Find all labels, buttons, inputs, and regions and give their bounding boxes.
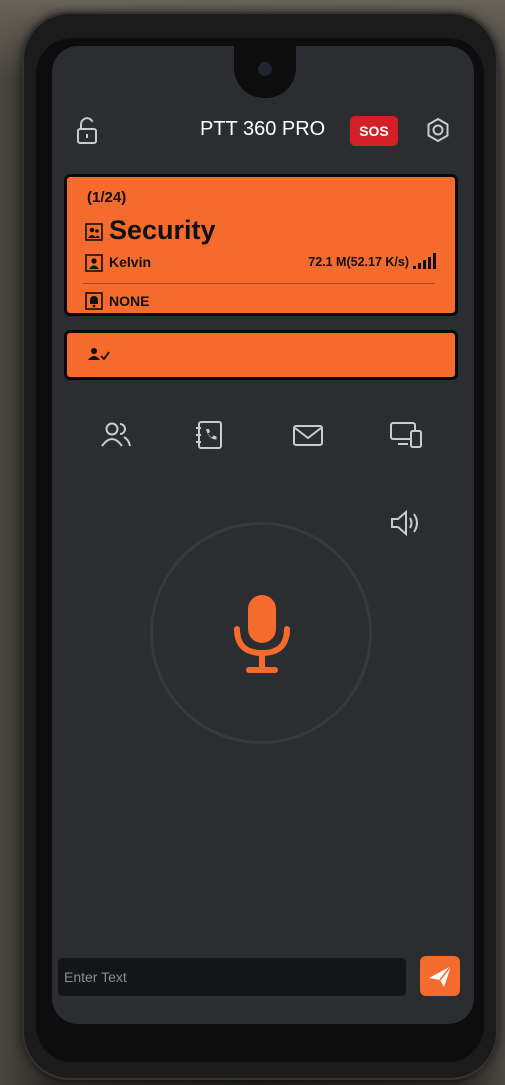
- mail-icon[interactable]: [290, 419, 326, 451]
- network-speed: 72.1 M(52.17 K/s): [308, 255, 409, 269]
- user-row: Kelvin 72.1 M(52.17 K/s): [85, 253, 437, 275]
- front-camera: [258, 62, 272, 76]
- alert-status: NONE: [109, 293, 150, 309]
- members-icon: [88, 348, 110, 361]
- send-button[interactable]: [420, 956, 460, 996]
- user-name: Kelvin: [109, 254, 152, 270]
- app-screen: PTT 360 PRO SOS (1/24) Security Kelvin 7…: [52, 46, 474, 1024]
- top-bar: PTT 360 PRO SOS: [52, 106, 474, 156]
- user-icon: [85, 254, 103, 272]
- group-name: Security: [109, 215, 216, 245]
- speaker-icon[interactable]: [388, 508, 424, 538]
- card-divider: [83, 283, 435, 284]
- camera-notch: [234, 46, 296, 98]
- sos-button[interactable]: SOS: [350, 116, 398, 146]
- app-title: PTT 360 PRO: [200, 118, 326, 140]
- call-log-icon[interactable]: [192, 419, 228, 451]
- members-card[interactable]: [64, 330, 458, 380]
- push-to-talk-button[interactable]: [150, 522, 372, 744]
- contacts-icon[interactable]: [98, 419, 134, 451]
- group-count: (1/24): [87, 189, 127, 206]
- message-input[interactable]: [58, 958, 406, 996]
- gear-icon[interactable]: [424, 116, 452, 146]
- group-card[interactable]: (1/24) Security Kelvin 72.1 M(52.17 K/s): [64, 174, 458, 316]
- signal-icon: [413, 253, 436, 269]
- group-icon: [85, 223, 103, 241]
- unlock-icon[interactable]: [74, 116, 100, 146]
- send-icon: [429, 965, 452, 987]
- microphone-icon: [234, 595, 290, 673]
- bell-icon: [85, 292, 103, 310]
- devices-icon[interactable]: [388, 419, 424, 451]
